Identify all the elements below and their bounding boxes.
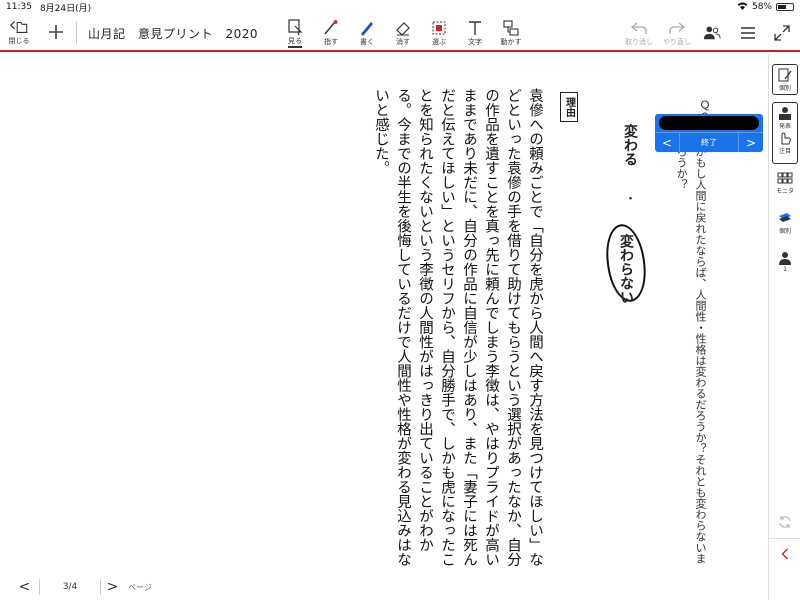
sidebar-item-label: 発表 bbox=[778, 123, 791, 130]
status-time: 11:35 bbox=[6, 2, 32, 12]
option-no-change: 変わらない bbox=[618, 234, 634, 304]
float-next-button[interactable]: > bbox=[739, 133, 763, 152]
menu-button[interactable] bbox=[738, 15, 758, 51]
sidebar-item-attention[interactable]: 注目 bbox=[777, 130, 793, 155]
page-indicator: 3/4 bbox=[62, 582, 78, 592]
toolbar-divider bbox=[76, 22, 77, 44]
close-button[interactable]: 閉じる bbox=[4, 14, 34, 50]
participant-count: 1 bbox=[783, 266, 787, 273]
tool-select[interactable]: 選ぶ bbox=[424, 15, 454, 51]
tool-point-label: 指す bbox=[324, 38, 338, 46]
tool-pen[interactable]: 書く bbox=[352, 15, 382, 51]
edit-sheet-icon bbox=[778, 68, 792, 82]
sidebar-item-label: 注目 bbox=[778, 148, 791, 155]
redo-button[interactable]: やり直し bbox=[658, 15, 696, 51]
folder-back-icon bbox=[10, 21, 28, 33]
document-title: 山月記 意見プリント 2020 bbox=[88, 27, 259, 41]
sidebar-item-label: モニタ bbox=[775, 188, 794, 195]
sidebar-item-monitor[interactable]: モニタ bbox=[772, 170, 798, 195]
sidebar-item-present[interactable]: 発表 bbox=[777, 105, 793, 130]
plus-icon bbox=[49, 25, 63, 39]
tool-look[interactable]: 見る bbox=[280, 15, 310, 51]
tool-text-label: 文字 bbox=[468, 38, 482, 46]
sidebar-item-present-group: 発表 注目 bbox=[772, 102, 798, 164]
eraser-icon bbox=[396, 22, 410, 36]
tool-erase[interactable]: 消す bbox=[388, 15, 418, 51]
close-label: 閉じる bbox=[8, 37, 30, 45]
question-text: 李徴がもし人間に戻れたならば、人間性・性格は変わるだろうか？それとも変わらないま… bbox=[675, 124, 707, 564]
next-page-button[interactable]: > bbox=[100, 579, 124, 595]
sidebar-item-individual[interactable]: 個別 bbox=[772, 64, 798, 95]
tool-select-label: 選ぶ bbox=[432, 38, 446, 46]
expand-icon bbox=[774, 25, 790, 41]
redo-icon bbox=[669, 22, 686, 34]
users-button[interactable] bbox=[700, 15, 724, 51]
monitor-grid-icon bbox=[777, 172, 793, 184]
users-icon bbox=[703, 26, 721, 40]
pen-icon bbox=[361, 22, 373, 36]
status-date: 8月24日(月) bbox=[39, 3, 92, 14]
person-icon bbox=[779, 252, 791, 265]
page-label: ページ bbox=[128, 582, 152, 592]
stack-icon bbox=[779, 213, 791, 222]
worksheet-canvas[interactable]: Ｑ３ 李徴がもし人間に戻れたならば、人間性・性格は変わるだろうか？それとも変わら… bbox=[0, 54, 768, 574]
presenter-icon bbox=[779, 107, 791, 120]
wifi-icon bbox=[737, 2, 748, 13]
option-separator: ・ bbox=[623, 192, 637, 204]
select-icon bbox=[432, 21, 446, 35]
answer-text: 袁傪への頼みごとで「自分を虎から人間へ戻す方法を見つけてほしい」などといった袁傪… bbox=[373, 88, 543, 567]
redacted-bar bbox=[659, 116, 759, 130]
battery-percent: 58% bbox=[751, 2, 772, 12]
move-icon bbox=[503, 20, 519, 36]
hamburger-menu-icon bbox=[741, 27, 755, 39]
tool-text[interactable]: 文字 bbox=[460, 15, 490, 51]
option-change: 変わる bbox=[622, 124, 638, 166]
redo-label: やり直し bbox=[663, 38, 691, 46]
expand-button[interactable] bbox=[772, 15, 792, 51]
page-navigator: < 3/4 > ページ bbox=[10, 576, 160, 598]
sidebar-item-label: 個別 bbox=[778, 228, 791, 235]
text-icon bbox=[469, 21, 481, 35]
add-button[interactable] bbox=[44, 14, 68, 50]
pointer-icon bbox=[324, 20, 338, 35]
tool-pen-label: 書く bbox=[360, 38, 374, 46]
tool-move-label: 動かす bbox=[500, 38, 522, 46]
tool-point[interactable]: 指す bbox=[316, 15, 346, 51]
collapse-sidebar-button[interactable] bbox=[769, 538, 800, 568]
floating-navigator: < 終了 > bbox=[655, 114, 763, 152]
tool-move[interactable]: 動かす bbox=[496, 15, 526, 51]
tool-look-label: 見る bbox=[288, 36, 302, 48]
status-bar: 11:35 8月24日(月) 58% bbox=[0, 0, 800, 14]
sidebar-item-individual-stack[interactable]: 個別 bbox=[772, 210, 798, 235]
undo-button[interactable]: 取り消し bbox=[620, 15, 658, 51]
refresh-button[interactable] bbox=[772, 514, 798, 530]
look-icon bbox=[288, 19, 303, 36]
undo-label: 取り消し bbox=[625, 38, 653, 46]
undo-icon bbox=[630, 22, 647, 34]
sidebar-item-label: 個別 bbox=[778, 85, 791, 92]
tool-erase-label: 消す bbox=[396, 38, 410, 46]
reason-label: 理由 bbox=[560, 92, 578, 122]
float-prev-button[interactable]: < bbox=[655, 133, 679, 152]
refresh-icon bbox=[779, 516, 791, 528]
right-sidebar: 個別 発表 注目 モニタ 個別 1 bbox=[768, 54, 800, 600]
battery-icon bbox=[776, 3, 794, 11]
chevron-left-icon bbox=[781, 548, 788, 559]
prev-page-button[interactable]: < bbox=[10, 579, 40, 595]
toolbar: 閉じる 山月記 意見プリント 2020 見る 指す 書く 消す 選ぶ 文字 動か… bbox=[0, 14, 800, 52]
sidebar-item-participants[interactable]: 1 bbox=[772, 250, 798, 273]
end-button[interactable]: 終了 bbox=[679, 133, 739, 152]
hand-attention-icon bbox=[781, 132, 791, 145]
